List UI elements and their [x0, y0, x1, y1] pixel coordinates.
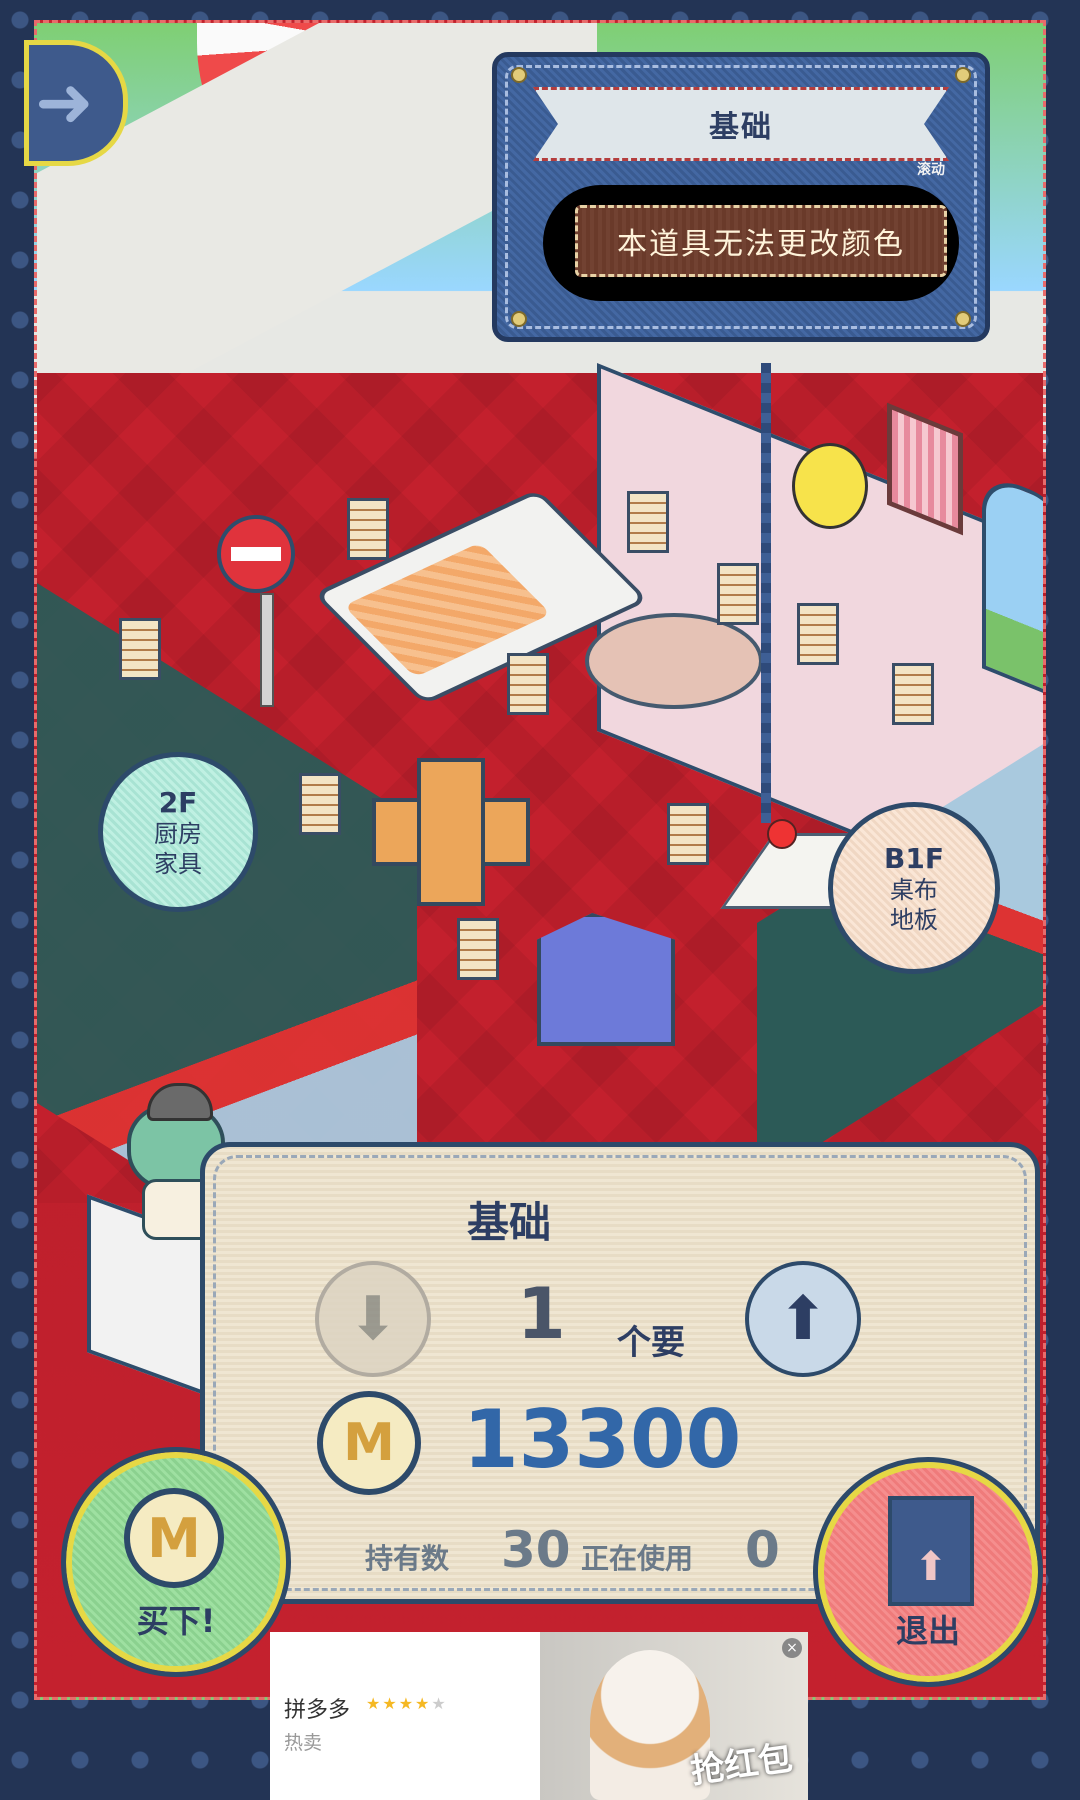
- floor-category: 厨房: [154, 819, 202, 848]
- price-tag-sign[interactable]: [299, 773, 341, 835]
- floor-down-button[interactable]: B1F 桌布 地板: [828, 802, 1000, 974]
- exit-label: 退出: [895, 1612, 960, 1650]
- ad-rating-stars: ★★★★★: [366, 1694, 448, 1713]
- price-tag-sign[interactable]: [797, 603, 839, 665]
- rivet-icon: [955, 67, 971, 83]
- cross-vertical: [417, 758, 485, 906]
- floor-category: 地板: [890, 905, 938, 934]
- coin-icon: M: [317, 1391, 421, 1495]
- coin-icon: M: [124, 1488, 224, 1588]
- ad-image[interactable]: 抢红包 ×: [540, 1632, 808, 1800]
- selection-pin-icon: [767, 819, 797, 849]
- yellow-oval-decoration: [792, 443, 868, 529]
- floor-up-button[interactable]: 2F 厨房 家具: [98, 752, 258, 912]
- category-ribbon: 基础: [533, 87, 949, 161]
- owned-label: 持有数: [365, 1542, 450, 1575]
- orange-cross-block-item[interactable]: [372, 758, 530, 908]
- exit-button[interactable]: 退出: [813, 1457, 1043, 1687]
- buy-label: 买下!: [136, 1602, 216, 1640]
- round-table-item[interactable]: [585, 613, 763, 709]
- arrow-down-icon: ⬇: [347, 1284, 399, 1354]
- ad-text-area[interactable]: 拼多多 ★★★★★ 热卖: [270, 1632, 540, 1800]
- ad-banner[interactable]: 拼多多 ★★★★★ 热卖 抢红包 ×: [270, 1632, 808, 1800]
- arrow-right-icon: ➜: [35, 61, 94, 143]
- floor-category: 家具: [154, 849, 202, 878]
- rivet-icon: [511, 311, 527, 327]
- close-icon[interactable]: ×: [782, 1638, 802, 1658]
- price-tag-sign[interactable]: [457, 918, 499, 980]
- blue-block-item[interactable]: [537, 913, 675, 1046]
- arched-window: [982, 470, 1043, 704]
- price-tag-sign[interactable]: [507, 653, 549, 715]
- price-tag-sign[interactable]: [892, 663, 934, 725]
- price-value: 13300: [463, 1393, 742, 1486]
- floor-category: 桌布: [890, 875, 938, 904]
- bear-hat-icon: [147, 1083, 213, 1121]
- floor-level: B1F: [884, 841, 944, 875]
- color-unavailable-message: 本道具无法更改颜色: [575, 205, 947, 277]
- in-use-value: 0: [745, 1521, 780, 1579]
- owned-value: 30: [501, 1521, 571, 1579]
- no-entry-sign-icon: [217, 515, 295, 593]
- price-tag-sign[interactable]: [347, 498, 389, 560]
- scroll-label: 滚动: [917, 162, 945, 178]
- quantity-unit: 个要: [617, 1323, 685, 1363]
- sign-pole: [260, 593, 274, 707]
- ad-tag: 热卖: [284, 1732, 323, 1754]
- buy-button[interactable]: M 买下!: [61, 1447, 291, 1677]
- quantity-value: 1: [517, 1273, 566, 1355]
- decrease-quantity-button[interactable]: ⬇: [315, 1261, 431, 1377]
- sign-rope: [761, 363, 771, 823]
- in-use-label: 正在使用: [581, 1542, 694, 1575]
- price-tag-sign[interactable]: [667, 803, 709, 865]
- item-info-sign: 基础 滚动 本道具无法更改颜色: [492, 52, 990, 342]
- ad-brand: 拼多多: [284, 1698, 351, 1723]
- price-tag-sign[interactable]: [717, 563, 759, 625]
- arrow-up-icon: ⬆: [777, 1284, 829, 1354]
- increase-quantity-button[interactable]: ⬆: [745, 1261, 861, 1377]
- item-name: 基础: [467, 1198, 552, 1247]
- price-tag-sign[interactable]: [627, 491, 669, 553]
- exit-door-icon: [888, 1496, 974, 1606]
- price-tag-sign[interactable]: [119, 618, 161, 680]
- floor-level: 2F: [158, 785, 198, 819]
- rivet-icon: [511, 67, 527, 83]
- rivet-icon: [955, 311, 971, 327]
